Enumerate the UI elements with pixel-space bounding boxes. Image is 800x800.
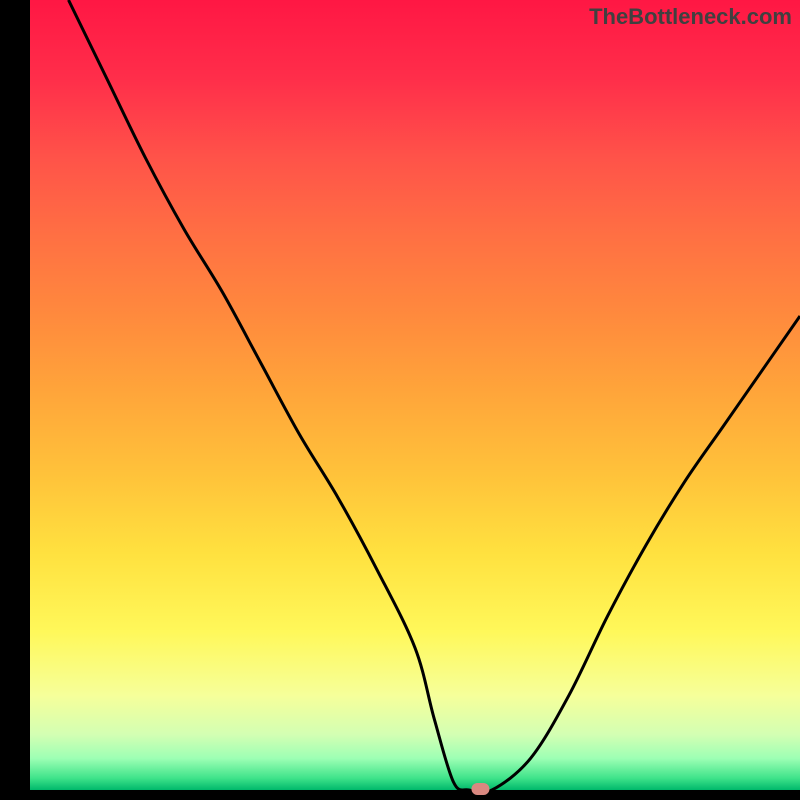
watermark-text: TheBottleneck.com <box>589 4 792 30</box>
optimum-marker <box>471 783 489 795</box>
chart-svg <box>0 0 800 800</box>
plot-background <box>30 0 800 790</box>
bottleneck-chart: TheBottleneck.com <box>0 0 800 800</box>
